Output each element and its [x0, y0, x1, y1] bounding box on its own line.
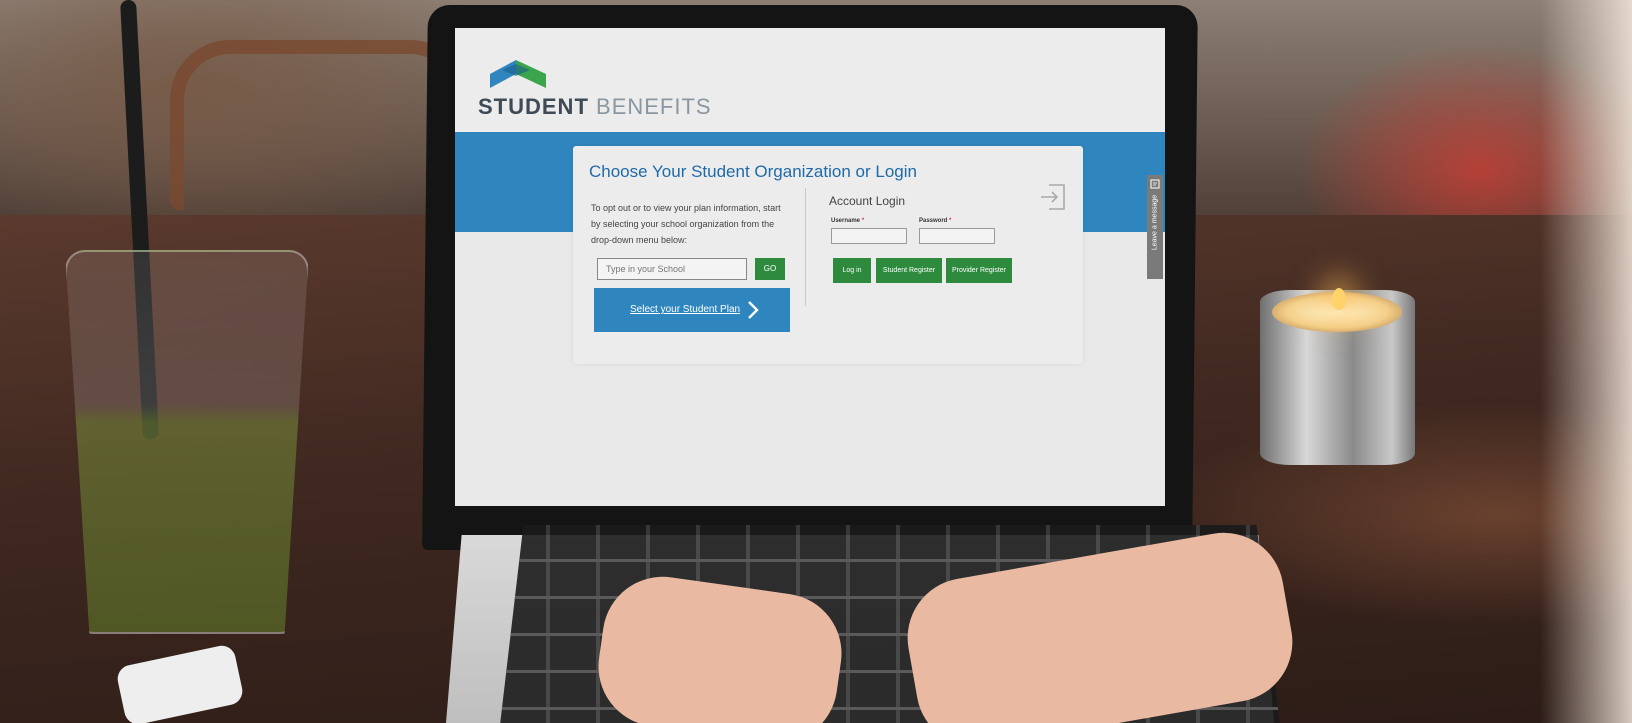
- username-field[interactable]: [831, 228, 907, 244]
- student-register-button[interactable]: Student Register: [876, 258, 942, 283]
- brand-name-bold: STUDENT: [478, 94, 589, 119]
- leave-a-message-tab[interactable]: Leave a message: [1147, 175, 1163, 279]
- brand-name-light: BENEFITS: [596, 94, 712, 119]
- mojito-glass: [65, 250, 309, 634]
- go-button[interactable]: GO: [755, 258, 785, 280]
- card-title: Choose Your Student Organization or Logi…: [589, 162, 917, 181]
- password-label-text: Password: [919, 218, 948, 224]
- school-search-input[interactable]: [597, 258, 747, 280]
- column-divider: [805, 188, 806, 306]
- house-roof-logo-icon: [490, 60, 546, 88]
- brand-name[interactable]: STUDENT BENEFITS: [478, 94, 712, 120]
- password-field[interactable]: [919, 228, 995, 244]
- sign-in-icon: [1041, 184, 1065, 210]
- select-student-plan-link[interactable]: Select your Student Plan: [630, 304, 740, 315]
- account-login-title: Account Login: [829, 194, 906, 208]
- login-card: Choose Your Student Organization or Logi…: [573, 146, 1083, 364]
- window-light: [1540, 0, 1632, 723]
- username-label: Username *: [831, 218, 864, 224]
- leave-a-message-label: Leave a message: [1151, 194, 1159, 251]
- required-marker: *: [861, 218, 865, 224]
- log-in-button[interactable]: Log in: [833, 258, 871, 283]
- chevron-right-icon: [748, 301, 759, 319]
- password-label: Password *: [919, 218, 951, 224]
- site-header: STUDENT BENEFITS: [455, 28, 1165, 136]
- provider-register-button[interactable]: Provider Register: [946, 258, 1012, 283]
- required-marker: *: [949, 218, 952, 224]
- username-label-text: Username: [831, 218, 861, 224]
- candle-flame: [1332, 288, 1346, 310]
- intro-text: To opt out or to view your plan informat…: [591, 203, 781, 245]
- select-student-plan-button[interactable]: Select your Student Plan: [594, 288, 790, 332]
- laptop-screen: STUDENT BENEFITS Choose Your Student Org…: [455, 28, 1165, 506]
